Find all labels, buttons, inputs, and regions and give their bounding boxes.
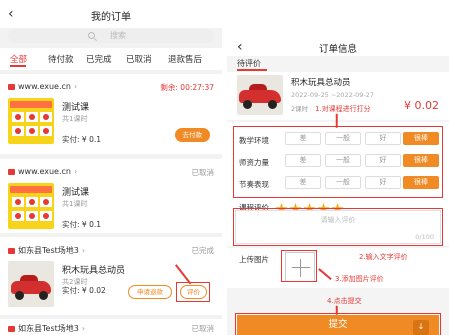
header: ‹ 订单信息 bbox=[227, 0, 449, 56]
page-title: 订单信息 bbox=[318, 44, 357, 55]
countdown-status: 剩余: 00:27:37 bbox=[160, 83, 214, 92]
order-card[interactable]: www.exue.cn › 剩余: 00:27:37 测试课 共1课时 实付: ¥… bbox=[0, 74, 222, 154]
order-status: 已取消 bbox=[191, 168, 215, 177]
annotation-step2: 2.输入文字评价 bbox=[359, 253, 408, 261]
product-title: 测试课 bbox=[62, 188, 90, 198]
order-card[interactable]: 如东县Test场地3 › 已完成 积木玩具总动员 共2课时 实付: ¥ 0.02 … bbox=[0, 237, 222, 315]
tab-unpaid[interactable]: 待付款 bbox=[48, 53, 74, 65]
tab-all[interactable]: 全部 bbox=[10, 53, 27, 65]
chevron-right-icon: › bbox=[73, 82, 78, 91]
shop-name[interactable]: www.exue.cn › bbox=[8, 82, 77, 91]
order-tabs: 全部 待付款 已完成 已取消 退款售后 bbox=[0, 48, 222, 70]
shop-icon bbox=[8, 168, 15, 175]
payment-amount: 实付: ¥ 0.02 bbox=[62, 286, 106, 295]
order-card[interactable]: 如东县Test场地3 › 已取消 bbox=[0, 319, 222, 335]
shop-icon bbox=[8, 325, 15, 332]
chevron-right-icon: › bbox=[81, 246, 86, 255]
pending-review-label: 待评价 bbox=[237, 59, 261, 68]
course-thumbnail bbox=[8, 98, 54, 144]
chevron-right-icon: › bbox=[81, 324, 86, 333]
payment-amount: 实付: ¥ 0.1 bbox=[62, 220, 101, 229]
rating-highlight bbox=[233, 126, 443, 198]
lesson-count: 共1课时 bbox=[62, 115, 88, 123]
tab-refund[interactable]: 退款售后 bbox=[168, 53, 202, 65]
lesson-count: 2课时 bbox=[291, 105, 309, 113]
upload-label: 上传图片 bbox=[239, 255, 269, 264]
submit-highlight bbox=[235, 313, 441, 335]
course-thumbnail bbox=[8, 183, 54, 229]
pay-button[interactable]: 去付款 bbox=[174, 128, 210, 142]
annotation-step3: 3.添加图片评价 bbox=[335, 275, 384, 283]
refund-button[interactable]: 申请退款 bbox=[128, 285, 172, 299]
annotation-arrow bbox=[336, 113, 338, 128]
upload-highlight bbox=[281, 250, 317, 282]
product-name: 积木玩具总动员 bbox=[291, 78, 351, 88]
shop-icon bbox=[8, 83, 15, 90]
search-input[interactable]: 搜索 bbox=[8, 29, 214, 43]
order-card[interactable]: www.exue.cn › 已取消 测试课 共1课时 实付: ¥ 0.1 bbox=[0, 159, 222, 233]
product-thumbnail bbox=[8, 261, 54, 307]
payment-amount: 实付: ¥ 0.1 bbox=[62, 135, 101, 144]
review-highlight bbox=[176, 282, 210, 302]
product-price: ¥ 0.02 bbox=[404, 99, 439, 112]
shop-icon bbox=[8, 247, 15, 254]
shop-name[interactable]: 如东县Test场地3 › bbox=[8, 245, 85, 256]
product-title: 测试课 bbox=[62, 103, 90, 113]
product-title: 积木玩具总动员 bbox=[62, 266, 126, 276]
shop-name[interactable]: www.exue.cn › bbox=[8, 167, 77, 176]
pending-underline bbox=[237, 69, 267, 71]
search-placeholder: 搜索 bbox=[110, 31, 126, 40]
tab-underline bbox=[10, 65, 26, 67]
tab-cancelled[interactable]: 已取消 bbox=[126, 53, 152, 65]
product-thumbnail bbox=[237, 75, 283, 115]
order-status: 已完成 bbox=[191, 246, 215, 255]
annotation-step1: 1.对课程进行打分 bbox=[315, 105, 371, 113]
tab-completed[interactable]: 已完成 bbox=[86, 53, 112, 65]
comment-highlight bbox=[233, 208, 443, 246]
order-status: 已取消 bbox=[191, 324, 215, 333]
order-list-screen: ‹ 我的订单 搜索 全部 待付款 已完成 已取消 退款售后 www.exue.c… bbox=[0, 0, 222, 335]
header: ‹ 我的订单 bbox=[0, 0, 222, 28]
annotation-step4: 4.点击提交 bbox=[327, 297, 362, 305]
lesson-count: 共1课时 bbox=[62, 200, 88, 208]
page-title: 我的订单 bbox=[91, 12, 131, 23]
review-screen: ‹ 订单信息 待评价 积木玩具总动员 2022-09-25 ~2022-09-2… bbox=[227, 0, 449, 335]
shop-name[interactable]: 如东县Test场地3 › bbox=[8, 323, 85, 334]
product-date: 2022-09-25 ~2022-09-27 bbox=[291, 91, 375, 99]
chevron-right-icon: › bbox=[73, 167, 78, 176]
